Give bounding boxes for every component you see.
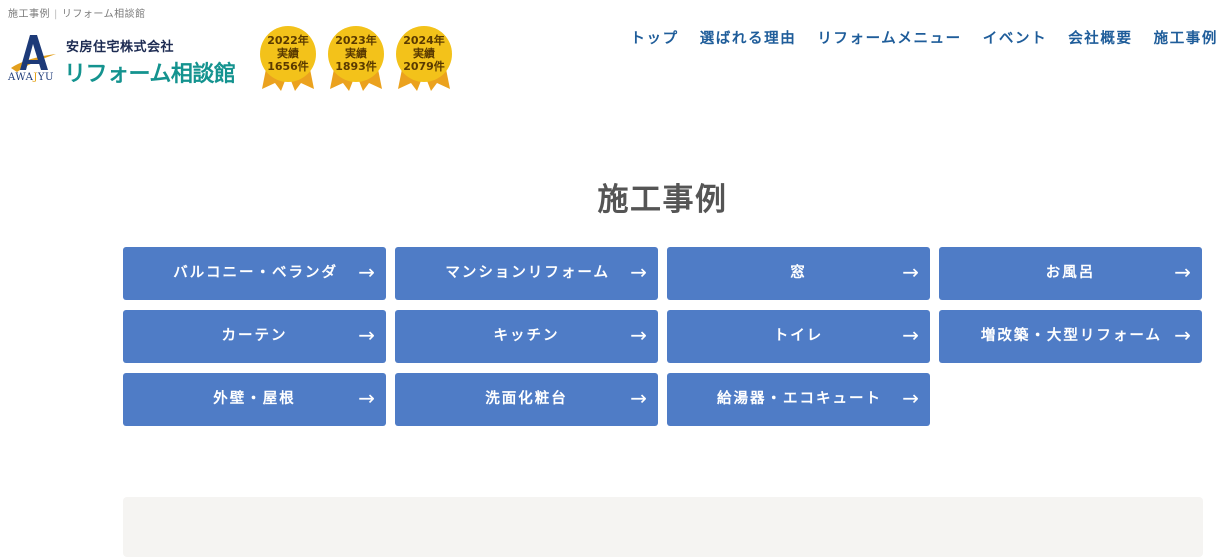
category-toilet-button[interactable]: トイレ → xyxy=(667,310,930,363)
badge-label: 実績 xyxy=(277,47,299,60)
category-label: トイレ xyxy=(773,328,824,344)
arrow-right-icon: → xyxy=(1174,323,1193,347)
arrow-right-icon: → xyxy=(902,323,921,347)
category-label: バルコニー・ベランダ xyxy=(173,265,338,281)
achievement-badge-2023: 2023年 実績 1893件 xyxy=(327,25,385,93)
badge-count: 1893件 xyxy=(335,60,377,73)
category-label: 増改築・大型リフォーム xyxy=(980,328,1162,344)
badge-year: 2024年 xyxy=(403,34,445,47)
category-label: お風呂 xyxy=(1045,265,1096,281)
category-grid: バルコニー・ベランダ → マンションリフォーム → 窓 → お風呂 → カーテン… xyxy=(123,247,1203,426)
category-label: キッチン xyxy=(493,328,560,344)
nav-reform-menu[interactable]: リフォームメニュー xyxy=(817,27,961,48)
company-name: 安房住宅株式会社 xyxy=(66,40,175,55)
arrow-right-icon: → xyxy=(630,386,649,410)
arrow-right-icon: → xyxy=(630,260,649,284)
category-kitchen-button[interactable]: キッチン → xyxy=(395,310,658,363)
category-exterior-roof-button[interactable]: 外壁・屋根 → xyxy=(123,373,386,426)
category-window-button[interactable]: 窓 → xyxy=(667,247,930,300)
site-logo[interactable]: AWAJYU 安房住宅株式会社 リフォーム相談館 xyxy=(8,32,243,88)
page-title: 施工事例 xyxy=(597,182,728,218)
breadcrumb-site: リフォーム相談館 xyxy=(61,9,146,20)
arrow-right-icon: → xyxy=(1174,260,1193,284)
content-panel xyxy=(123,497,1203,557)
category-water-heater-button[interactable]: 給湯器・エコキュート → xyxy=(667,373,930,426)
category-curtain-button[interactable]: カーテン → xyxy=(123,310,386,363)
category-mansion-button[interactable]: マンションリフォーム → xyxy=(395,247,658,300)
badge-count: 1656件 xyxy=(267,60,309,73)
achievement-badge-2022: 2022年 実績 1656件 xyxy=(259,25,317,93)
category-label: 洗面化粧台 xyxy=(485,391,568,407)
main-nav: トップ 選ばれる理由 リフォームメニュー イベント 会社概要 施工事例 xyxy=(630,27,1218,48)
arrow-right-icon: → xyxy=(358,323,377,347)
category-bath-button[interactable]: お風呂 → xyxy=(939,247,1202,300)
category-vanity-button[interactable]: 洗面化粧台 → xyxy=(395,373,658,426)
achievement-badge-2024: 2024年 実績 2079件 xyxy=(395,25,453,93)
category-label: カーテン xyxy=(221,328,288,344)
nav-reasons[interactable]: 選ばれる理由 xyxy=(700,27,797,48)
badge-count: 2079件 xyxy=(403,60,445,73)
category-extension-button[interactable]: 増改築・大型リフォーム → xyxy=(939,310,1202,363)
arrow-right-icon: → xyxy=(630,323,649,347)
nav-top[interactable]: トップ xyxy=(630,27,678,48)
nav-company[interactable]: 会社概要 xyxy=(1068,27,1132,48)
arrow-right-icon: → xyxy=(358,386,377,410)
badge-label: 実績 xyxy=(413,47,435,60)
category-label: 外壁・屋根 xyxy=(213,391,296,407)
category-balcony-button[interactable]: バルコニー・ベランダ → xyxy=(123,247,386,300)
arrow-right-icon: → xyxy=(902,260,921,284)
category-label: 窓 xyxy=(790,265,807,281)
breadcrumb-current: 施工事例 xyxy=(8,9,50,20)
category-label: 給湯器・エコキュート xyxy=(717,391,882,407)
arrow-right-icon: → xyxy=(358,260,377,284)
badge-year: 2022年 xyxy=(267,34,309,47)
badge-label: 実績 xyxy=(345,47,367,60)
site-breadcrumb: 施工事例 | リフォーム相談館 xyxy=(8,5,146,20)
logo-wordmark: AWAJYU xyxy=(8,72,54,83)
nav-events[interactable]: イベント xyxy=(983,27,1047,48)
badge-year: 2023年 xyxy=(335,34,377,47)
category-label: マンションリフォーム xyxy=(445,265,610,281)
brand-name: リフォーム相談館 xyxy=(64,62,236,87)
arrow-right-icon: → xyxy=(902,386,921,410)
nav-works[interactable]: 施工事例 xyxy=(1154,27,1218,48)
breadcrumb-separator: | xyxy=(54,9,58,20)
